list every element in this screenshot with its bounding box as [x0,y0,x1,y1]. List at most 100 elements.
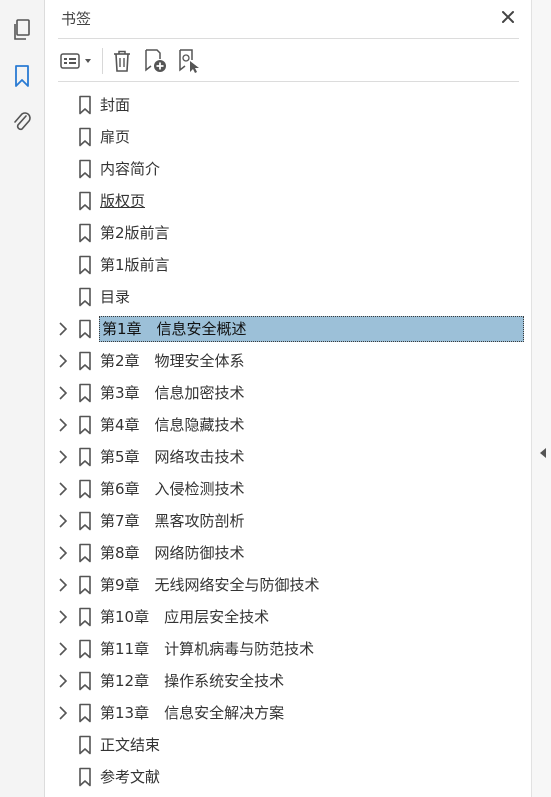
divider [58,81,519,82]
chevron-right-icon[interactable] [55,673,71,689]
bookmark-icon [79,95,91,115]
bookmarks-panel: 书签 封面 扉页 内容简介 版权页 第2版前言 第1版前言 目录 第1章 信息安… [45,0,531,797]
bookmark-item[interactable]: 参考文献 [45,761,531,793]
bookmark-icon[interactable] [8,62,36,90]
toolbar-separator [102,48,103,74]
bookmark-icon [79,351,91,371]
new-bookmark-button[interactable] [140,47,170,75]
bookmark-label: 第8章 网络防御技术 [100,544,245,562]
chevron-right-icon[interactable] [55,481,71,497]
bookmark-label: 第2章 物理安全体系 [100,352,245,370]
list-options-icon [60,53,91,69]
add-bookmark-icon [145,49,166,72]
chevron-right-icon[interactable] [55,513,71,529]
close-button[interactable] [497,6,519,28]
bookmark-icon [79,127,91,147]
close-icon [502,11,514,23]
bookmark-label: 第4章 信息隐藏技术 [100,416,245,434]
bookmark-label: 封面 [100,96,131,114]
navigation-rail [0,0,45,797]
bookmark-icon [79,287,91,307]
bookmark-label: 参考文献 [100,768,161,786]
bookmark-icon [79,255,91,275]
divider [58,38,519,39]
panel-collapse-strip[interactable] [531,0,551,797]
bookmark-label: 第10章 应用层安全技术 [100,608,270,626]
bookmark-icon [79,191,91,211]
bookmark-label: 第1版前言 [100,256,170,274]
bookmark-icon [79,159,91,179]
bookmark-item[interactable]: 第4章 信息隐藏技术 [45,409,531,441]
bookmark-item[interactable]: 第12章 操作系统安全技术 [45,665,531,697]
bookmark-item[interactable]: 第11章 计算机病毒与防范技术 [45,633,531,665]
bookmark-item[interactable]: 第13章 信息安全解决方案 [45,697,531,729]
bookmark-icon [79,703,91,723]
chevron-right-icon[interactable] [55,417,71,433]
bookmark-tree: 封面扉页内容简介版权页第2版前言第1版前言目录第1章 信息安全概述第2章 物理安… [45,89,531,793]
bookmark-icon [79,447,91,467]
bookmark-label: 第11章 计算机病毒与防范技术 [100,640,315,658]
attachment-icon[interactable] [8,108,36,136]
bookmark-item[interactable]: 版权页 [45,185,531,217]
bookmark-item[interactable]: 封面 [45,89,531,121]
bookmark-icon [79,671,91,691]
bookmark-label: 扉页 [100,128,131,146]
bookmark-icon [79,415,91,435]
bookmark-icon [79,575,91,595]
bookmark-item[interactable]: 正文结束 [45,729,531,761]
bookmarks-toolbar [58,44,519,78]
pages-icon[interactable] [8,16,36,44]
bookmark-label: 正文结束 [100,736,161,754]
bookmark-item[interactable]: 第2章 物理安全体系 [45,345,531,377]
bookmark-item[interactable]: 扉页 [45,121,531,153]
chevron-right-icon[interactable] [55,385,71,401]
chevron-right-icon[interactable] [55,577,71,593]
bookmark-icon [79,735,91,755]
bookmark-label: 第12章 操作系统安全技术 [100,672,285,690]
bookmark-item[interactable]: 第1章 信息安全概述 [45,313,531,345]
bookmark-item[interactable]: 内容简介 [45,153,531,185]
bookmark-structure-icon [179,49,199,73]
bookmark-item[interactable]: 第9章 无线网络安全与防御技术 [45,569,531,601]
bookmark-icon [79,319,91,339]
new-bookmark-from-structure-button[interactable] [174,47,204,75]
chevron-right-icon[interactable] [55,545,71,561]
chevron-right-icon[interactable] [55,449,71,465]
bookmark-label: 第13章 信息安全解决方案 [100,704,285,722]
bookmark-label: 第7章 黑客攻防剖析 [100,512,245,530]
delete-bookmark-button[interactable] [108,47,136,75]
bookmark-label: 内容简介 [100,160,161,178]
bookmark-item[interactable]: 第2版前言 [45,217,531,249]
bookmark-icon [79,383,91,403]
bookmark-item[interactable]: 第3章 信息加密技术 [45,377,531,409]
bookmark-item[interactable]: 目录 [45,281,531,313]
bookmark-item[interactable]: 第1版前言 [45,249,531,281]
chevron-right-icon[interactable] [55,705,71,721]
bookmark-label: 第3章 信息加密技术 [100,384,245,402]
bookmark-item[interactable]: 第10章 应用层安全技术 [45,601,531,633]
bookmark-icon [79,511,91,531]
bookmark-icon [79,479,91,499]
chevron-right-icon[interactable] [55,353,71,369]
bookmark-icon [79,223,91,243]
collapse-arrow-icon[interactable] [539,447,547,459]
panel-title: 书签 [61,10,92,28]
bookmark-item[interactable]: 第5章 网络攻击技术 [45,441,531,473]
bookmark-label: 第1章 信息安全概述 [99,316,524,342]
bookmark-icon [79,607,91,627]
bookmark-icon [79,543,91,563]
chevron-right-icon[interactable] [55,321,71,337]
bookmark-icon [79,767,91,787]
chevron-right-icon[interactable] [55,641,71,657]
bookmark-icon [79,639,91,659]
bookmark-label: 第9章 无线网络安全与防御技术 [100,576,320,594]
bookmark-item[interactable]: 第6章 入侵检测技术 [45,473,531,505]
trash-icon [114,50,130,72]
bookmark-item[interactable]: 第7章 黑客攻防剖析 [45,505,531,537]
bookmark-item[interactable]: 第8章 网络防御技术 [45,537,531,569]
bookmark-label: 第2版前言 [100,224,170,242]
options-menu-button[interactable] [58,47,96,75]
bookmark-label: 版权页 [100,192,146,210]
bookmark-label: 目录 [100,288,131,306]
chevron-right-icon[interactable] [55,609,71,625]
